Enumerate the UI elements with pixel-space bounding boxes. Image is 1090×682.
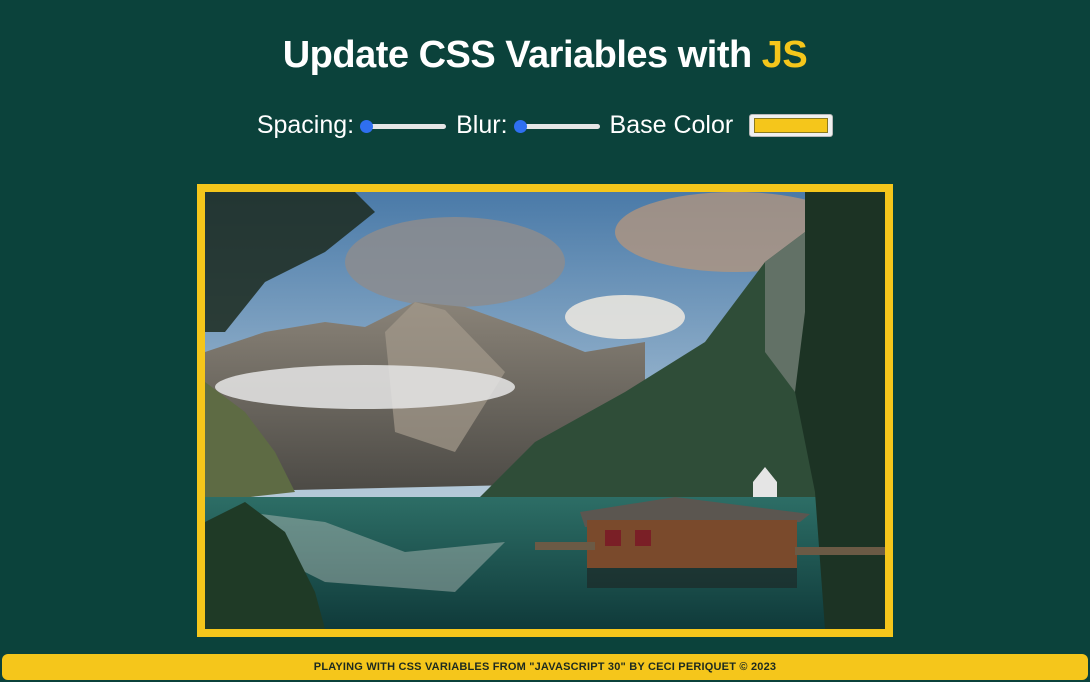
spacing-slider-thumb[interactable] (360, 119, 374, 133)
base-color-picker[interactable] (749, 114, 834, 137)
blur-slider[interactable] (513, 116, 600, 136)
page-title-highlight: JS (761, 34, 808, 76)
mountain-lake-photo (205, 192, 885, 629)
spacing-slider-track (362, 123, 447, 129)
controls-bar: Spacing: Blur: Base Color (0, 111, 1090, 140)
landscape-illustration (205, 192, 885, 629)
blur-label: Blur: (456, 111, 508, 139)
photo-frame (197, 184, 893, 637)
base-color-label: Base Color (609, 111, 734, 139)
spacing-label: Spacing: (256, 111, 355, 139)
spacing-slider[interactable] (360, 116, 447, 136)
page-title: Update CSS Variables with JS (0, 34, 1090, 77)
blur-slider-track (515, 123, 600, 129)
blur-slider-thumb[interactable] (513, 119, 527, 133)
footer-text: PLAYING WITH CSS VARIABLES FROM "JAVASCR… (313, 661, 777, 673)
page-title-text: Update CSS Variables with (282, 34, 752, 76)
footer: PLAYING WITH CSS VARIABLES FROM "JAVASCR… (2, 654, 1088, 680)
base-color-swatch (754, 118, 829, 133)
